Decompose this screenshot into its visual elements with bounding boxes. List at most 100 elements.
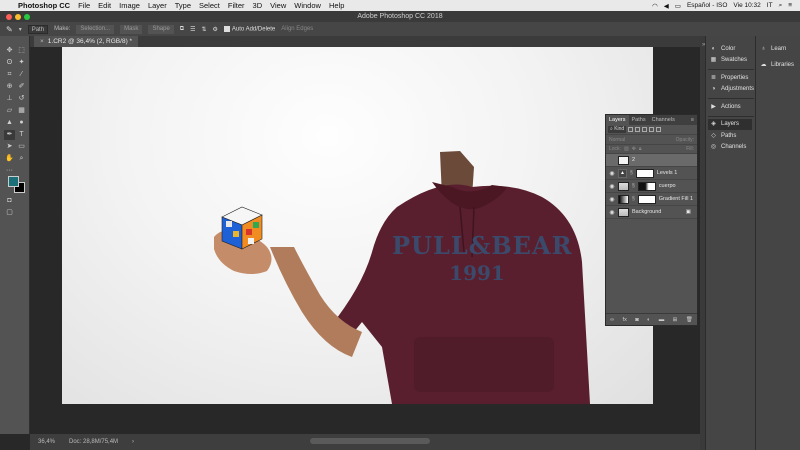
- search-icon[interactable]: ⌕: [779, 2, 783, 10]
- foreground-color-swatch[interactable]: [8, 176, 19, 187]
- app-menu[interactable]: Photoshop CC: [18, 1, 70, 10]
- rectangle-tool-icon[interactable]: ▭: [16, 142, 27, 152]
- align-edges-checkbox[interactable]: Align Edges: [281, 26, 313, 32]
- screen-mode-icon[interactable]: ▢: [4, 208, 15, 218]
- make-shape-button[interactable]: Shape: [148, 24, 174, 34]
- blend-mode-select[interactable]: Normal: [609, 137, 625, 143]
- clock[interactable]: Vie 10:32: [733, 2, 760, 9]
- lasso-tool-icon[interactable]: ʘ: [4, 58, 15, 68]
- panel-adjustments[interactable]: ◑ Adjustments: [710, 84, 754, 95]
- battery-icon[interactable]: ▭: [675, 2, 681, 10]
- layer-row[interactable]: ◉ Background ▣: [606, 206, 697, 219]
- dodge-tool-icon[interactable]: ●: [16, 118, 27, 128]
- close-window-button[interactable]: [6, 14, 12, 20]
- menu-select[interactable]: Select: [199, 1, 220, 10]
- menu-window[interactable]: Window: [294, 1, 321, 10]
- zoom-tool-icon[interactable]: ⌕: [16, 154, 27, 164]
- layer-row[interactable]: ◉ § Gradient Fill 1: [606, 193, 697, 206]
- panel-learn[interactable]: ♁ Learn: [760, 44, 786, 55]
- menu-help[interactable]: Help: [329, 1, 344, 10]
- menu-view[interactable]: View: [270, 1, 286, 10]
- eraser-tool-icon[interactable]: ▱: [4, 106, 15, 116]
- layer-row[interactable]: ◉ ▲ § Levels 1: [606, 167, 697, 180]
- gradient-tool-icon[interactable]: ▦: [16, 106, 27, 116]
- link-layers-icon[interactable]: ∞: [610, 317, 614, 323]
- blur-tool-icon[interactable]: ▲: [4, 118, 15, 128]
- path-selection-tool-icon[interactable]: ➤: [4, 142, 15, 152]
- close-icon[interactable]: ×: [40, 38, 44, 45]
- history-brush-tool-icon[interactable]: ↺: [16, 94, 27, 104]
- panel-channels[interactable]: ◎ Channels: [710, 142, 746, 153]
- document-tab[interactable]: × 1.CR2 @ 36,4% (2, RGB/8) *: [34, 36, 139, 47]
- minimize-window-button[interactable]: [15, 14, 21, 20]
- zoom-window-button[interactable]: [24, 14, 30, 20]
- lock-all-icon[interactable]: 🔒︎: [639, 146, 642, 152]
- hand-tool-icon[interactable]: ✋: [4, 154, 15, 164]
- user-menu[interactable]: IT: [767, 2, 773, 9]
- eye-icon[interactable]: ◉: [609, 209, 615, 216]
- more-tools-icon[interactable]: ···: [4, 166, 15, 176]
- layer-row[interactable]: ◉ § cuerpo: [606, 180, 697, 193]
- gear-icon[interactable]: ⚙: [213, 26, 218, 33]
- wifi-icon[interactable]: ◠: [652, 2, 658, 10]
- tab-layers[interactable]: Layers: [606, 115, 629, 125]
- filter-kind-select[interactable]: ⌕ Kind: [608, 126, 627, 133]
- input-language[interactable]: Español - ISO: [687, 2, 727, 9]
- tab-paths[interactable]: Paths: [629, 115, 649, 125]
- notifications-icon[interactable]: ≡: [788, 2, 792, 9]
- panel-libraries[interactable]: ☁ Libraries: [760, 60, 795, 71]
- pen-tool-icon[interactable]: ✎: [6, 25, 13, 34]
- horizontal-scrollbar[interactable]: [310, 438, 430, 444]
- document-info[interactable]: Doc: 28,8M/75,4M: [69, 439, 118, 445]
- move-tool-icon[interactable]: ✥: [4, 46, 15, 56]
- auto-add-delete-checkbox[interactable]: Auto Add/Delete: [223, 25, 275, 32]
- panel-swatches[interactable]: ▦ Swatches: [710, 55, 747, 66]
- zoom-level[interactable]: 36,4%: [38, 439, 55, 445]
- menu-layer[interactable]: Layer: [148, 1, 167, 10]
- path-alignment-icon[interactable]: ☰: [190, 26, 195, 33]
- path-arrangement-icon[interactable]: ⇅: [201, 26, 206, 33]
- type-tool-icon[interactable]: T: [16, 130, 27, 140]
- fx-icon[interactable]: fx: [623, 317, 627, 323]
- tab-channels[interactable]: Channels: [649, 115, 678, 125]
- quick-mask-icon[interactable]: ◘: [4, 196, 15, 206]
- marquee-tool-icon[interactable]: ⬚: [16, 46, 27, 56]
- eye-icon[interactable]: ◉: [609, 170, 615, 177]
- new-adjustment-icon[interactable]: ◐: [647, 317, 650, 323]
- panel-properties[interactable]: ≣ Properties: [710, 73, 748, 84]
- menu-file[interactable]: File: [78, 1, 90, 10]
- path-mode-select[interactable]: Path: [27, 24, 49, 34]
- brush-tool-icon[interactable]: ✐: [16, 82, 27, 92]
- clone-stamp-tool-icon[interactable]: ⊥: [4, 94, 15, 104]
- folder-icon[interactable]: ▬: [659, 317, 665, 323]
- add-mask-icon[interactable]: ◙: [635, 317, 638, 323]
- filter-smart-object-icon[interactable]: [656, 127, 662, 132]
- menu-3d[interactable]: 3D: [253, 1, 263, 10]
- menu-filter[interactable]: Filter: [228, 1, 245, 10]
- crop-tool-icon[interactable]: ⌗: [4, 70, 15, 80]
- new-layer-icon[interactable]: ⊞: [673, 317, 678, 323]
- panel-paths[interactable]: ◇ Paths: [710, 131, 736, 142]
- panel-color[interactable]: ◐ Color: [710, 44, 736, 55]
- quick-select-tool-icon[interactable]: ✦: [16, 58, 27, 68]
- trash-icon[interactable]: 🗑︎: [686, 317, 693, 323]
- make-selection-button[interactable]: Selection...: [76, 24, 115, 34]
- filter-adjustment-icon[interactable]: [635, 127, 641, 132]
- lock-pixels-icon[interactable]: ▧: [624, 146, 629, 152]
- menu-type[interactable]: Type: [175, 1, 191, 10]
- panel-actions[interactable]: ▶ Actions: [710, 102, 741, 113]
- lock-position-icon[interactable]: ✥: [632, 146, 636, 152]
- menu-image[interactable]: Image: [119, 1, 140, 10]
- eye-icon[interactable]: ◉: [609, 183, 615, 190]
- panel-layers[interactable]: ◈ Layers: [708, 119, 752, 130]
- eye-icon[interactable]: ◉: [609, 196, 615, 203]
- document-canvas[interactable]: PULL&BEAR 1991: [62, 47, 653, 404]
- pen-tool-icon[interactable]: ✒: [4, 130, 15, 140]
- status-chevron-icon[interactable]: ›: [132, 439, 134, 445]
- filter-shape-icon[interactable]: [649, 127, 655, 132]
- make-mask-button[interactable]: Mask: [120, 24, 143, 34]
- path-operations-icon[interactable]: ⧉: [180, 26, 184, 33]
- filter-pixel-icon[interactable]: [628, 127, 634, 132]
- filter-type-icon[interactable]: [642, 127, 648, 132]
- eyedropper-tool-icon[interactable]: ⁄: [16, 70, 27, 80]
